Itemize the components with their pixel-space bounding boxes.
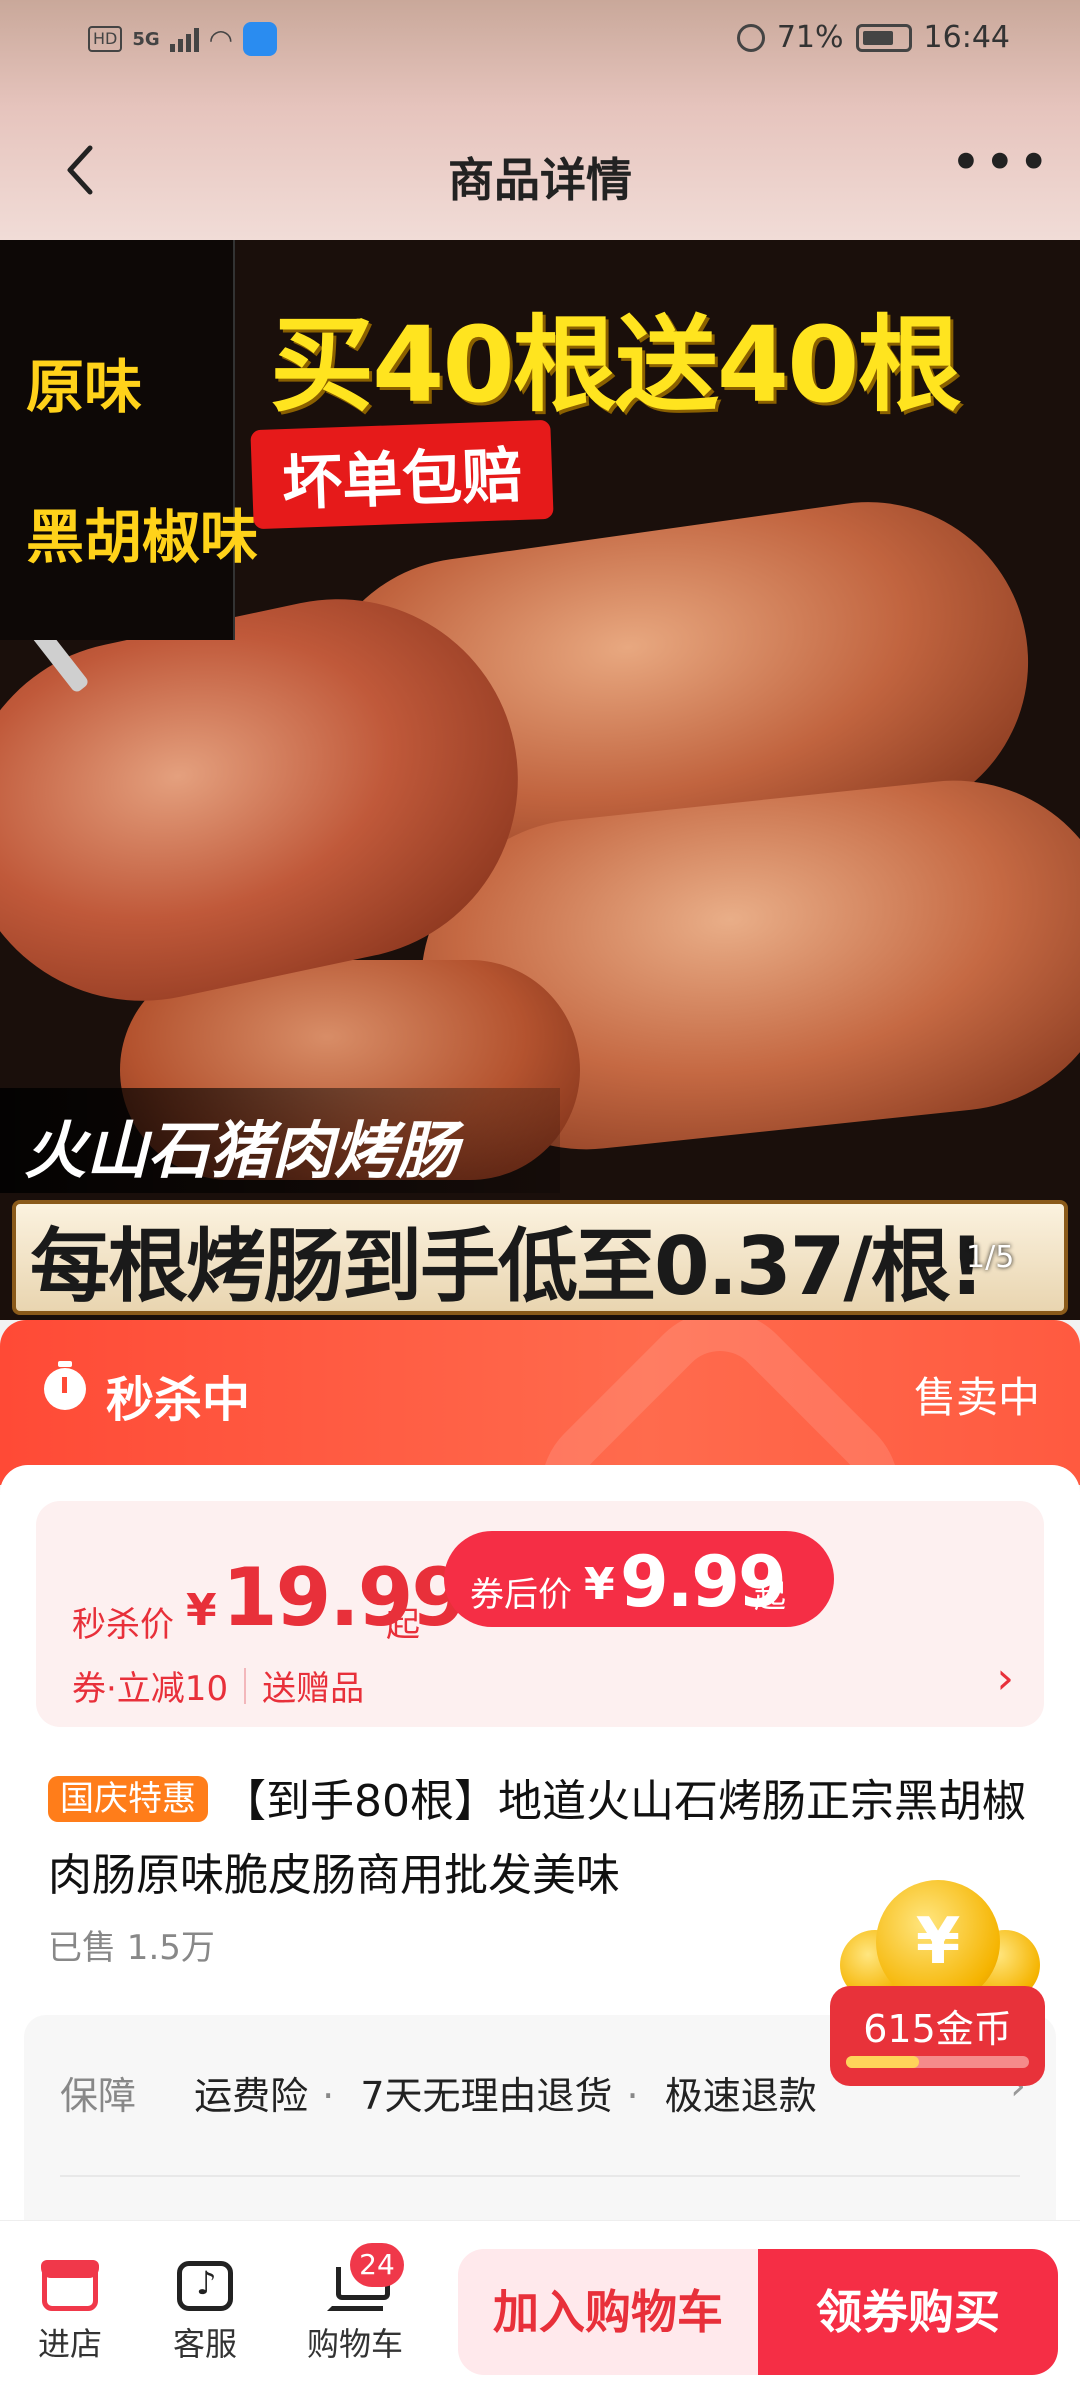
page-title: 商品详情 (448, 153, 632, 207)
more-horizontal-icon[interactable]: ••• (950, 136, 1050, 208)
price-from-suffix: 起 (386, 1605, 420, 1645)
clock-time: 16:44 (923, 20, 1010, 55)
promo-row: 券·立减10 送赠品 (72, 1661, 364, 1710)
flavor-panel (0, 240, 235, 640)
watermark-logo (507, 1320, 933, 1485)
battery-icon (855, 23, 912, 52)
chat-icon (177, 2261, 233, 2311)
app-notification-icon (243, 22, 278, 56)
bottom-action-bar: 进店 客服 购物车 24 加入购物车 领券购买 (0, 2220, 1080, 2400)
coins-widget[interactable]: ¥ 615金币 (830, 1880, 1045, 2086)
flavor-label: 黑胡椒味 (26, 503, 259, 571)
add-to-cart-button[interactable]: 加入购物车 (458, 2249, 758, 2375)
hero-badge: 坏单包赔 (250, 419, 554, 530)
coupon-price-label: 券后价 (470, 1575, 572, 1615)
coins-progress (846, 2056, 1029, 2068)
product-image-carousel[interactable]: 原味 黑胡椒味 买40根送40根 坏单包赔 火山石猪肉烤肠 每根烤肠到手低至0.… (0, 240, 1080, 1320)
chevron-right-icon[interactable]: › (996, 1653, 1014, 1704)
status-right: 71% 16:44 (736, 20, 1010, 55)
hd-indicator: HD (88, 26, 123, 52)
guarantee-item: 极速退款 (664, 2074, 817, 2118)
buy-with-coupon-button[interactable]: 领券购买 (758, 2249, 1058, 2375)
price-box[interactable]: 秒杀价 ¥ 19.99 起 券后价 ¥ 9.99 起 券·立减10 送赠品 › (36, 1501, 1044, 1727)
flash-price-value: 19.99 (222, 1551, 467, 1644)
flavor-label: 原味 (26, 353, 143, 421)
product-info-card: 秒杀价 ¥ 19.99 起 券后价 ¥ 9.99 起 券·立减10 送赠品 › … (0, 1465, 1080, 2275)
status-bar: HD 5G ◠ 71% 16:44 (0, 0, 1080, 80)
coins-pill: 615金币 (830, 1986, 1045, 2086)
flash-price-label: 秒杀价 (72, 1605, 174, 1645)
gift-promo: 送赠品 (262, 1669, 365, 1709)
coins-count: 615金币 (863, 2007, 1012, 2051)
status-left: HD 5G ◠ (88, 22, 278, 56)
price-banner: 每根烤肠到手低至0.37/根! (30, 1220, 985, 1313)
sold-count: 已售 1.5万 (48, 1928, 215, 1968)
separator-dot: · (626, 2074, 639, 2118)
store-label: 进店 (37, 2325, 102, 2363)
alarm-icon (736, 23, 765, 52)
coins-progress-fill (846, 2056, 920, 2068)
clock-icon (44, 1361, 86, 1410)
nav-bar: 商品详情 ••• (0, 130, 1080, 220)
store-icon (41, 2260, 99, 2311)
flash-sale-bar: 秒杀中 售卖中 (0, 1320, 1080, 1485)
image-counter: 1/5 (966, 1240, 1015, 1275)
currency-symbol: ¥ (584, 1559, 615, 1610)
price-from-suffix: 起 (754, 1577, 787, 1615)
cart-count-badge: 24 (350, 2243, 404, 2287)
guarantee-label: 保障 (60, 2074, 137, 2118)
guarantee-item: 运费险 (194, 2074, 309, 2118)
customer-service-button[interactable]: 客服 (145, 2261, 265, 2365)
separator-dot: · (322, 2074, 335, 2118)
service-label: 客服 (172, 2325, 237, 2363)
divider (244, 1667, 247, 1704)
sale-status: 售卖中 (913, 1373, 1040, 1422)
wifi-icon: ◠ (208, 22, 234, 56)
top-header-area: HD 5G ◠ 71% 16:44 商品详情 ••• (0, 0, 1080, 240)
coupon-promo: 券·立减10 (72, 1669, 229, 1709)
coupon-price-pill: 券后价 ¥ 9.99 起 (444, 1531, 834, 1627)
store-button[interactable]: 进店 (10, 2260, 130, 2365)
flash-sale-title: 秒杀中 (106, 1372, 251, 1428)
currency-symbol: ¥ (186, 1585, 217, 1636)
battery-percent: 71% (776, 20, 844, 55)
guarantee-row: 保障 运费险 · 7天无理由退货 · 极速退款 (60, 2065, 817, 2120)
hero-headline: 买40根送40根 (270, 304, 961, 426)
signal-icon (169, 26, 199, 52)
holiday-tag: 国庆特惠 (48, 1776, 208, 1822)
divider (60, 2175, 1020, 2177)
hero-subtitle: 火山石猪肉烤肠 (24, 1114, 459, 1187)
guarantee-item: 7天无理由退货 (360, 2074, 613, 2118)
network-type: 5G (132, 28, 160, 50)
cart-label: 购物车 (306, 2325, 403, 2363)
